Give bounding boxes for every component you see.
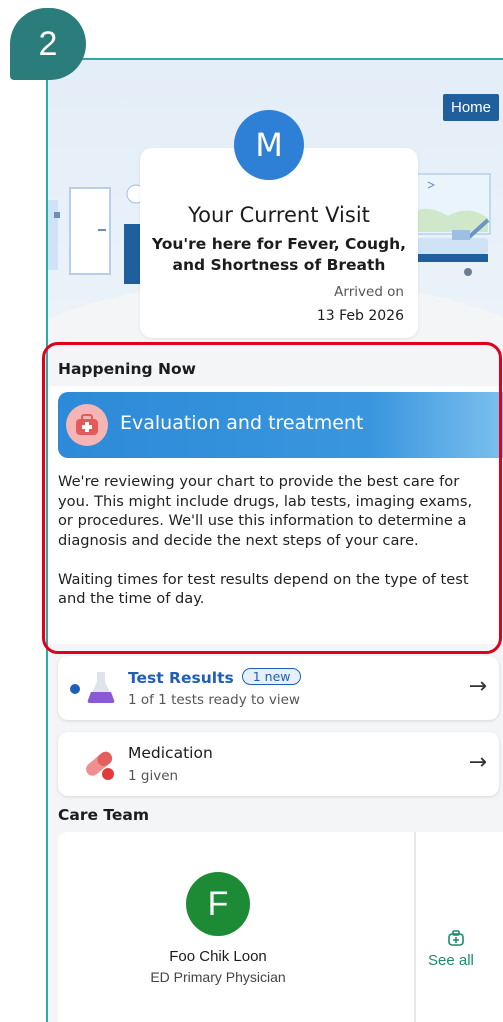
care-member-role: ED Primary Physician — [150, 969, 286, 985]
unread-dot — [70, 684, 80, 694]
evaluation-description: We're reviewing your chart to provide th… — [58, 472, 488, 628]
arrow-right-icon: → — [468, 674, 487, 699]
medication-card[interactable]: Medication 1 given → — [58, 732, 499, 796]
pill-icon — [86, 751, 114, 780]
happening-now-title: Happening Now — [58, 360, 196, 378]
visit-reason: You're here for Fever, Cough, and Shortn… — [151, 235, 407, 274]
test-results-subtitle: 1 of 1 tests ready to view — [128, 692, 300, 708]
step-number-badge: 2 — [10, 8, 86, 80]
arrow-right-icon: → — [468, 750, 487, 775]
care-team-card: F Foo Chik Loon ED Primary Physician See… — [58, 832, 503, 1022]
new-badge: 1 new — [241, 668, 302, 685]
test-results-label: Test Results — [128, 669, 234, 687]
evaluation-title: Evaluation and treatment — [120, 412, 364, 434]
flask-icon — [87, 672, 115, 703]
visit-header: Home Your Current Visit You're here for … — [48, 60, 503, 480]
medical-bag-icon — [66, 404, 108, 446]
patient-avatar: M — [234, 110, 304, 180]
home-button[interactable]: Home — [442, 94, 499, 121]
visit-title: Your Current Visit — [188, 203, 370, 227]
arrived-label: Arrived on — [334, 284, 404, 300]
evaluation-paragraph-2: Waiting times for test results depend on… — [58, 570, 469, 608]
arrived-date: 13 Feb 2026 — [316, 308, 404, 324]
care-member-avatar[interactable]: F — [186, 872, 250, 936]
see-all-button[interactable]: See all — [428, 952, 474, 969]
care-divider — [414, 832, 416, 1022]
evaluation-banner: Evaluation and treatment — [58, 392, 503, 458]
care-member-name: Foo Chik Loon — [169, 948, 267, 965]
step-number: 2 — [38, 24, 58, 63]
test-results-title: Test Results 1 new — [128, 668, 302, 687]
medical-kit-icon — [448, 930, 464, 946]
medication-subtitle: 1 given — [128, 768, 179, 784]
care-team-title: Care Team — [58, 806, 150, 824]
evaluation-paragraph-1: We're reviewing your chart to provide th… — [58, 473, 473, 549]
medication-title: Medication — [128, 744, 213, 762]
test-results-card[interactable]: Test Results 1 new 1 of 1 tests ready to … — [58, 656, 499, 720]
app-screen: Home Your Current Visit You're here for … — [46, 58, 503, 1022]
